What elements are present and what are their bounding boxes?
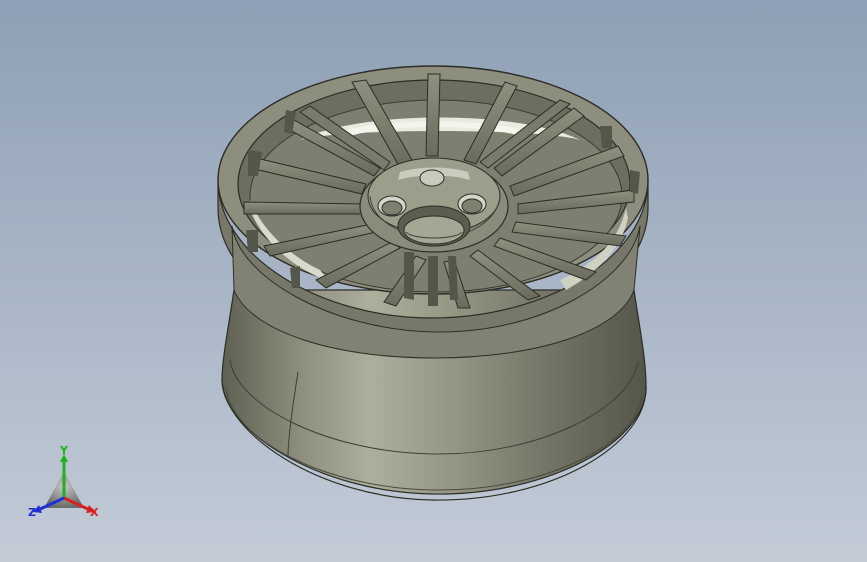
coordinate-triad: Y X Z [28,446,99,519]
graphics-viewport[interactable]: Y X Z [0,0,867,562]
center-bore [397,205,471,247]
x-axis-label: X [90,506,99,519]
z-axis-label: Z [28,506,36,519]
wheel-model[interactable] [0,0,867,562]
y-axis-label: Y [59,446,69,457]
